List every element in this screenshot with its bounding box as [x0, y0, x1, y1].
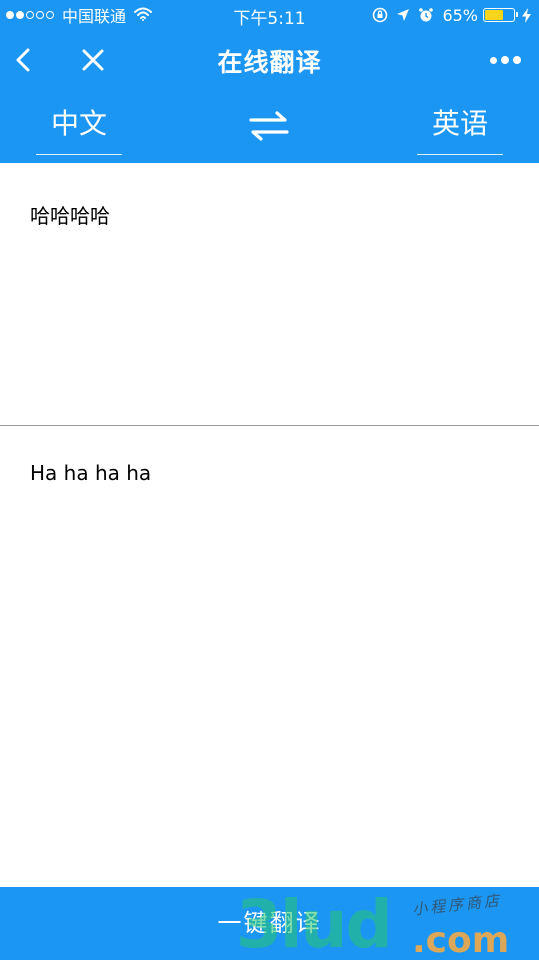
status-bar: 中国联通 下午5:11 65% [0, 0, 539, 30]
translated-text: Ha ha ha ha [30, 461, 152, 485]
page-title: 在线翻译 [217, 48, 322, 77]
battery-level-fill [485, 10, 503, 20]
battery-icon [483, 8, 518, 22]
more-icon[interactable] [490, 56, 521, 64]
translation-output: Ha ha ha ha [0, 426, 539, 886]
source-language-selector[interactable]: 中文 [36, 104, 122, 155]
header-area: 中国联通 下午5:11 65% 在线翻译 中文 英语 [0, 0, 539, 163]
charging-icon [522, 7, 531, 23]
battery-percent: 65% [442, 5, 478, 25]
nav-bar: 在线翻译 [0, 30, 539, 92]
source-text: 哈哈哈哈 [30, 204, 110, 228]
location-icon [396, 8, 410, 22]
alarm-icon [418, 7, 434, 23]
target-language-selector[interactable]: 英语 [417, 104, 503, 155]
status-right: 65% [364, 4, 531, 26]
language-bar: 中文 英语 [0, 92, 539, 163]
translate-button[interactable]: 一键翻译 [0, 887, 539, 960]
source-text-input[interactable]: 哈哈哈哈 [0, 164, 539, 425]
swap-arrows-icon[interactable] [247, 108, 291, 144]
rotation-lock-icon [372, 7, 388, 23]
screen: 中国联通 下午5:11 65% 在线翻译 中文 英语 哈哈哈哈 Ha ha ha… [0, 0, 539, 960]
